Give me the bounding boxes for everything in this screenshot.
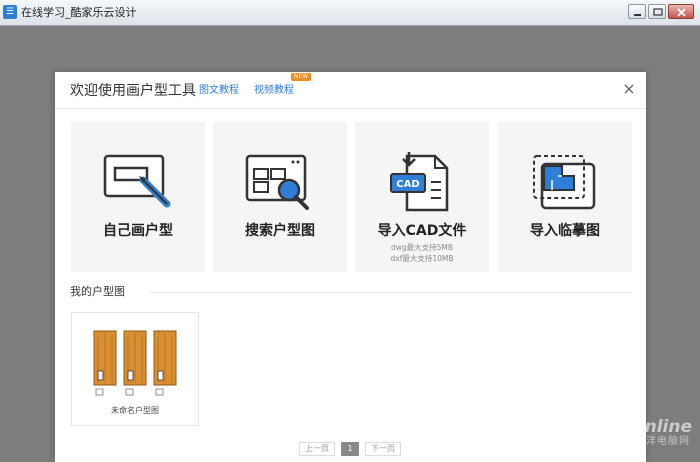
import-cad-icon: CAD — [387, 152, 457, 218]
import-trace-icon — [530, 152, 600, 218]
close-icon[interactable] — [622, 81, 636, 95]
floorplan-item[interactable]: 未命名户型图 — [71, 312, 199, 426]
dwg-size-note: dwg最大支持5MB — [390, 243, 454, 252]
text-tutorial-link[interactable]: 图文教程 — [199, 84, 239, 98]
watermark-logo: PConline — [607, 417, 692, 437]
import-trace-label: 导入临摹图 — [530, 223, 600, 239]
search-floorplan-icon — [245, 152, 315, 218]
window-controls — [628, 4, 694, 19]
draw-floorplan-icon — [103, 152, 173, 218]
restore-icon[interactable] — [648, 4, 666, 19]
video-tutorial-link[interactable]: 视频教程 — [254, 84, 294, 98]
window-title: 在线学习_酷家乐云设计 — [21, 6, 137, 19]
section-divider — [150, 292, 632, 293]
floorplan-thumbnail — [92, 329, 180, 403]
dialog-divider — [55, 108, 646, 109]
page-number-button[interactable]: 1 — [341, 442, 359, 456]
search-floorplan-label: 搜索户型图 — [245, 223, 315, 239]
watermark-subtitle: 太平洋电脑网 — [624, 436, 690, 447]
pagination: 上一页 1 下一页 — [299, 442, 401, 456]
floorplan-name: 未命名户型图 — [111, 406, 159, 415]
minimize-icon[interactable] — [628, 4, 646, 19]
floorplan-tool-dialog: 欢迎使用画户型工具 图文教程 视频教程 NEW 自己画户型 搜索户型图 CAD … — [55, 72, 646, 462]
close-icon[interactable] — [668, 4, 694, 19]
app-logo-icon: ☰ — [3, 5, 17, 19]
prev-page-button[interactable]: 上一页 — [299, 442, 335, 456]
dxf-size-note: dxf最大支持10MB — [390, 254, 454, 263]
window-title-bar: ☰ 在线学习_酷家乐云设计 — [0, 0, 700, 26]
draw-floorplan-button[interactable]: 自己画户型 — [71, 122, 205, 272]
dialog-title: 欢迎使用画户型工具 — [70, 83, 196, 99]
import-trace-button[interactable]: 导入临摹图 — [498, 122, 632, 272]
import-cad-label: 导入CAD文件 — [377, 223, 467, 239]
next-page-button[interactable]: 下一页 — [365, 442, 401, 456]
new-badge: NEW — [291, 73, 312, 81]
search-floorplan-button[interactable]: 搜索户型图 — [213, 122, 347, 272]
import-cad-button[interactable]: CAD 导入CAD文件 dwg最大支持5MB dxf最大支持10MB — [355, 122, 489, 272]
cad-icon-text: CAD — [396, 179, 419, 190]
draw-floorplan-label: 自己画户型 — [103, 223, 173, 239]
my-floorplans-title: 我的户型图 — [70, 285, 125, 298]
